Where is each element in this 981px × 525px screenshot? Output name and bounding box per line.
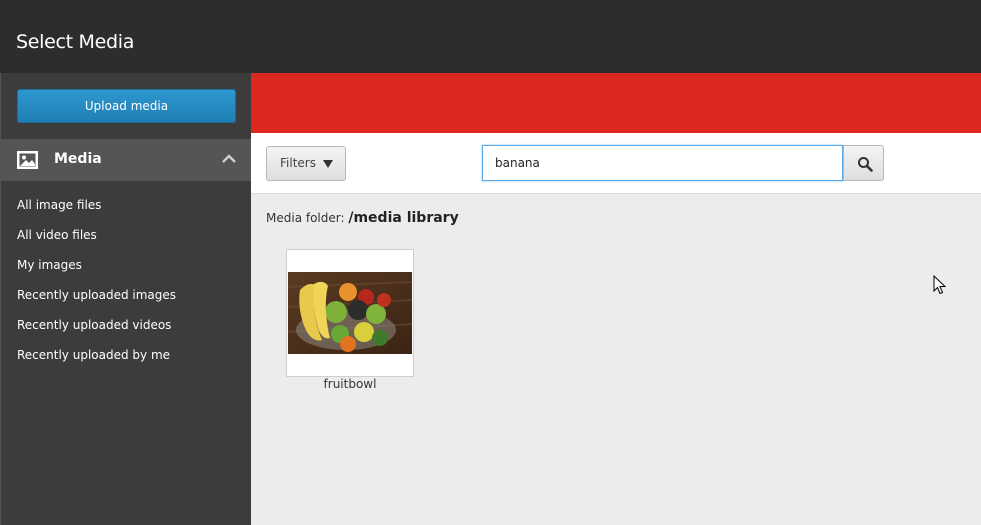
- title-bar: Select Media: [0, 0, 981, 73]
- mouse-pointer-icon: [933, 275, 946, 295]
- nav-item-all-image-files[interactable]: All image files: [1, 197, 251, 227]
- nav-item-recent-by-me[interactable]: Recently uploaded by me: [1, 347, 251, 377]
- filters-label: Filters: [280, 156, 316, 170]
- media-nav-list: All image files All video files My image…: [1, 197, 251, 377]
- search-button[interactable]: [843, 145, 884, 181]
- header-banner: [251, 73, 981, 133]
- media-folder-breadcrumb: Media folder: /media library: [266, 210, 459, 226]
- folder-prefix: Media folder:: [266, 211, 345, 225]
- media-section-header[interactable]: Media: [1, 139, 251, 181]
- fruitbowl-image: [288, 272, 412, 354]
- caret-down-icon: [323, 160, 333, 168]
- nav-item-recent-images[interactable]: Recently uploaded images: [1, 287, 251, 317]
- nav-item-recent-videos[interactable]: Recently uploaded videos: [1, 317, 251, 347]
- dialog-title: Select Media: [16, 31, 135, 53]
- search-toolbar: Filters: [251, 133, 981, 194]
- folder-path: /media library: [348, 210, 459, 226]
- media-section-label: Media: [54, 151, 102, 167]
- search-icon: [858, 157, 873, 172]
- search-input[interactable]: [482, 145, 843, 181]
- nav-item-all-video-files[interactable]: All video files: [1, 227, 251, 257]
- nav-item-my-images[interactable]: My images: [1, 257, 251, 287]
- media-item-thumbnail[interactable]: [286, 249, 414, 377]
- filters-button[interactable]: Filters: [266, 146, 346, 181]
- image-icon: [17, 151, 38, 169]
- upload-media-button[interactable]: Upload media: [17, 89, 236, 123]
- media-item-name: fruitbowl: [323, 377, 377, 391]
- sidebar: Upload media Media All image files All v…: [0, 73, 251, 525]
- chevron-up-icon[interactable]: [222, 154, 236, 164]
